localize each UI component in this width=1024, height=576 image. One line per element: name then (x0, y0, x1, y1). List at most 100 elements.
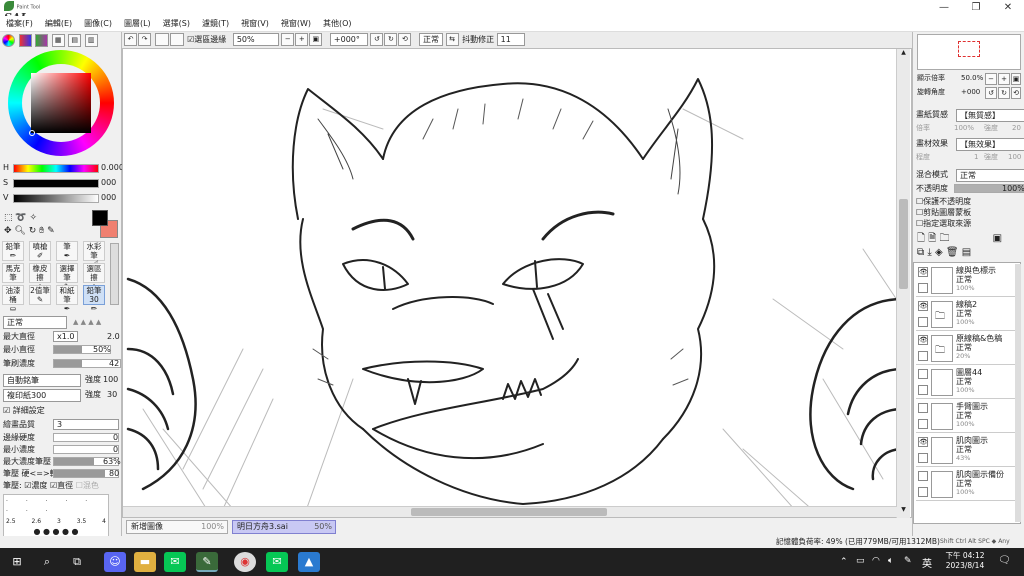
search-icon[interactable]: ⌕ (36, 552, 58, 572)
deselect-button[interactable] (154, 33, 169, 46)
max-size-multiplier[interactable]: x1.0 (53, 331, 79, 342)
redo-button[interactable]: ↷ (138, 33, 151, 46)
file-explorer-icon[interactable]: ▬ (134, 552, 156, 572)
tool-pencil[interactable]: 鉛筆 ✏ (2, 241, 24, 261)
layer-row[interactable]: 手臂圖示 正常 100% (916, 401, 1020, 433)
nav-rotate-reset-button[interactable]: ⟲ (1011, 87, 1021, 99)
layer-select-checkbox[interactable] (918, 453, 928, 463)
hand-icon[interactable]: ✋︎ (39, 226, 44, 236)
brush-blend-mode-select[interactable]: 正常 (3, 316, 67, 329)
layer-extra-icon-1[interactable]: ▤ (962, 247, 971, 258)
scroll-up-icon[interactable]: ▲ (899, 49, 908, 59)
zoom-out-button[interactable]: − (281, 33, 295, 46)
color-picker-cursor[interactable] (29, 130, 35, 136)
tool-airbrush[interactable]: 噴槍 ✐ (29, 241, 51, 261)
menu-other[interactable]: 其他(O) (317, 16, 358, 31)
menu-filter[interactable]: 濾鏡(T) (196, 16, 235, 31)
layer-row[interactable]: 圖層44 正常 100% (916, 367, 1020, 399)
layer-row[interactable]: 肌肉圖示備份 正常 100% (916, 469, 1020, 501)
rotate-left-button[interactable]: ↺ (370, 33, 384, 46)
doc-tab-new-image[interactable]: 新增圖像 100% (126, 520, 228, 534)
task-view-icon[interactable]: ⧉ (66, 552, 88, 572)
discord-icon[interactable]: ☺ (104, 552, 126, 572)
tool-washi-brush[interactable]: 和紙筆 ✒ (56, 285, 78, 313)
tool-grid-scrollbar[interactable] (110, 243, 119, 305)
rotate-icon[interactable]: ↻ (29, 226, 37, 236)
menu-edit[interactable]: 編輯(E) (39, 16, 78, 31)
menu-select[interactable]: 選擇(S) (157, 16, 196, 31)
tool-select-pen[interactable]: 選擇筆✎ (56, 263, 78, 291)
menu-image[interactable]: 圖像(C) (78, 16, 118, 31)
new-linework-icon[interactable]: 🗎 (928, 233, 936, 244)
min-density-slider[interactable] (53, 445, 119, 454)
canvas-horizontal-scrollbar[interactable] (123, 506, 897, 517)
doc-tab-arknights[interactable]: 明日方舟3.sai 50% (232, 520, 336, 534)
layer-panel-toggle-icon[interactable]: ▣ (993, 233, 1002, 244)
delete-layer-icon[interactable]: 🗑 (946, 247, 959, 258)
new-folder-icon[interactable]: 🗀 (939, 233, 949, 244)
layer-visibility-toggle[interactable]: 👁︎ (918, 267, 928, 277)
s-slider[interactable] (13, 179, 99, 188)
invert-select-button[interactable] (169, 33, 184, 46)
layer-visibility-toggle[interactable]: 👁︎ (918, 335, 928, 345)
layer-visibility-toggle[interactable]: 👁︎ (918, 437, 928, 447)
tray-chevron-icon[interactable]: ⌃ (840, 557, 848, 567)
hsv-slider-tab-icon[interactable] (35, 34, 49, 47)
navigator-viewport[interactable] (958, 41, 980, 57)
pen-icon[interactable]: ✎ (904, 556, 912, 566)
edge-slider[interactable] (53, 433, 119, 442)
layer-select-checkbox[interactable] (918, 385, 928, 395)
blend-mode-field[interactable]: 正常 (419, 33, 443, 46)
layer-visibility-toggle[interactable] (918, 403, 928, 413)
clear-layer-icon[interactable]: ◈ (935, 247, 943, 258)
layer-row[interactable]: 👁︎ 線與色標示 正常 100% (916, 265, 1020, 297)
horizontal-scroll-thumb[interactable] (411, 508, 607, 516)
swatches-tab-icon[interactable]: ▦ (51, 34, 65, 47)
tool-eraser[interactable]: 橡皮擦◇ (29, 263, 51, 291)
line-icon-2[interactable]: ✉ (266, 552, 288, 572)
wifi-icon[interactable]: ◠ (872, 556, 880, 566)
nav-zoom-in-button[interactable]: + (998, 73, 1010, 85)
mixer-tab-icon[interactable]: ▤ (68, 34, 82, 47)
notification-icon[interactable]: 🗨︎ (998, 555, 1011, 566)
brush-size-presets[interactable]: · · · · · · · · 2.52.633.54 ● ● ● ● ● 56… (3, 494, 109, 545)
pressure-blend-checkbox[interactable]: ☐ (76, 481, 83, 490)
nav-rotate-right-button[interactable]: ↻ (998, 87, 1010, 99)
zoom-icon[interactable]: 🔍︎ (14, 226, 25, 236)
layer-visibility-toggle[interactable] (918, 471, 928, 481)
magic-wand-icon[interactable]: ✧ (29, 213, 37, 223)
shape-presets-icon[interactable]: ▲ ▲ ▲ ▲ (73, 316, 101, 328)
vertical-scroll-thumb[interactable] (899, 199, 908, 289)
tool-marker[interactable]: 馬克筆✏ (2, 263, 24, 291)
layer-blend-select[interactable]: 正常 (956, 169, 1024, 182)
flip-button[interactable]: ⇆ (445, 33, 459, 46)
menu-layer[interactable]: 圖層(L) (118, 16, 157, 31)
maximize-button[interactable]: ❐ (960, 0, 992, 16)
tool-bucket[interactable]: 油漆桶 ⛀ (2, 285, 24, 313)
canvas-vertical-scrollbar[interactable]: ▲ ▼ (896, 49, 910, 518)
close-button[interactable]: ✕ (992, 0, 1024, 16)
advanced-checkbox[interactable]: ☑ (3, 406, 10, 415)
layer-select-checkbox[interactable] (918, 487, 928, 497)
eyedropper-icon[interactable]: ✎ (47, 226, 55, 236)
layer-list-scrollbar[interactable] (1015, 264, 1021, 522)
line-icon[interactable]: ✉ (164, 552, 186, 572)
rect-select-icon[interactable]: ⬚ (4, 213, 13, 223)
menu-file[interactable]: 檔案(F) (0, 16, 39, 31)
menu-view[interactable]: 視窗(V) (235, 16, 275, 31)
tool-pencil30[interactable]: 鉛筆30 ✏ (83, 285, 105, 313)
rgb-slider-tab-icon[interactable] (18, 34, 32, 47)
h-slider[interactable] (13, 164, 99, 173)
tool-watercolor[interactable]: 水彩筆🖌︎ (83, 241, 105, 269)
effect-select[interactable]: 【無效果】 (956, 138, 1024, 151)
sv-square[interactable] (31, 73, 91, 133)
layer-select-checkbox[interactable] (918, 351, 928, 361)
tool-binary-pen[interactable]: 2值筆 ✎ (29, 285, 51, 305)
ime-indicator[interactable]: 英 (922, 555, 932, 570)
color-wheel[interactable] (8, 50, 114, 156)
scratch-tab-icon[interactable]: ▥ (84, 34, 98, 47)
copy-layer-icon[interactable]: ⧉ (917, 247, 924, 258)
rotate-right-button[interactable]: ↻ (384, 33, 398, 46)
windows-start-icon[interactable]: ⊞ (6, 552, 28, 572)
nav-rotate-left-button[interactable]: ↺ (985, 87, 997, 99)
